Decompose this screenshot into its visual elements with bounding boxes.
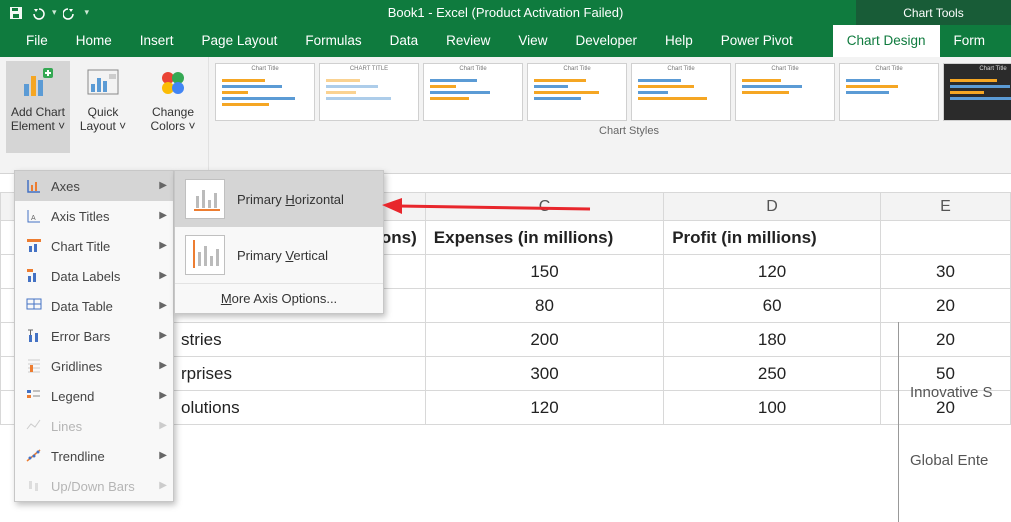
save-icon[interactable] [8,5,24,21]
quick-layout-icon [85,65,121,101]
tab-home[interactable]: Home [62,25,126,57]
add-chart-element-icon [20,65,56,101]
menu-trendline[interactable]: Trendline▶ [15,441,173,471]
submenu-more-axis-options[interactable]: More Axis Options... [175,283,383,313]
tab-format[interactable]: Form [940,25,1000,57]
menu-axis-titles[interactable]: AAxis Titles▶ [15,201,173,231]
menu-data-table[interactable]: Data Table▶ [15,291,173,321]
undo-icon[interactable] [30,6,46,20]
embedded-chart-edge[interactable] [898,322,904,522]
axes-submenu: Primary Horizontal Primary Vertical More… [174,170,384,314]
menu-chart-title[interactable]: Chart Title▶ [15,231,173,261]
tab-insert[interactable]: Insert [126,25,188,57]
add-chart-element-menu: Axes▶ AAxis Titles▶ Chart Title▶ Data La… [14,170,174,502]
change-colors-button[interactable]: Change Colors ˅ [144,61,202,153]
tab-help[interactable]: Help [651,25,707,57]
tab-power-pivot[interactable]: Power Pivot [707,25,807,57]
chart-style-7[interactable]: Chart Title [839,63,939,121]
embedded-chart-label-2: Global Ente [910,452,988,469]
col-header-d[interactable]: D [664,193,881,221]
chart-styles-gallery: Chart Title CHART TITLE Chart Title Char… [213,61,1011,123]
tab-view[interactable]: View [504,25,561,57]
axes-icon [23,176,45,196]
chart-style-8[interactable]: Chart Title [943,63,1011,121]
menu-legend[interactable]: Legend▶ [15,381,173,411]
col-header-c[interactable]: C [425,193,663,221]
menu-lines: Lines▶ [15,411,173,441]
chart-style-4[interactable]: Chart Title [527,63,627,121]
chart-style-2[interactable]: CHART TITLE [319,63,419,121]
qat-customize-dropdown-icon[interactable]: ▾ [85,7,90,18]
tab-chart-design[interactable]: Chart Design [833,25,940,57]
primary-horizontal-icon [185,179,225,219]
quick-access-toolbar: ▾ ▾ [0,5,170,21]
redo-icon[interactable] [63,6,79,20]
lines-icon [23,416,45,436]
col-header-e[interactable]: E [880,193,1010,221]
menu-data-labels[interactable]: Data Labels▶ [15,261,173,291]
chart-style-1[interactable]: Chart Title [215,63,315,121]
primary-vertical-icon [185,235,225,275]
submenu-primary-vertical-label: Primary Vertical [237,248,328,263]
gridlines-icon [23,356,45,376]
tab-developer[interactable]: Developer [561,25,651,57]
undo-dropdown-icon[interactable]: ▾ [52,7,57,18]
cell-c1[interactable]: Expenses (in millions) [425,221,663,255]
error-bars-icon [23,326,45,346]
embedded-chart-label-1: Innovative S [910,384,993,401]
chart-style-5[interactable]: Chart Title [631,63,731,121]
submenu-arrow-icon: ▶ [159,180,167,191]
tab-data[interactable]: Data [376,25,433,57]
menu-axes[interactable]: Axes▶ [15,171,173,201]
submenu-primary-horizontal-label: Primary Horizontal [237,192,344,207]
menu-updown-bars: Up/Down Bars▶ [15,471,173,501]
change-colors-icon [155,65,191,101]
chart-tools-contextual-label: Chart Tools [856,0,1011,25]
legend-icon [23,386,45,406]
cell-d1[interactable]: Profit (in millions) [664,221,881,255]
data-table-icon [23,296,45,316]
tab-file[interactable]: File [12,25,62,57]
quick-layout-button[interactable]: Quick Layout ˅ [74,61,132,153]
chart-styles-group-label: Chart Styles [599,123,659,141]
axis-titles-icon: A [23,206,45,226]
ribbon-body: Add Chart Element ˅ Quick Layout ˅ Chang… [0,57,1011,174]
add-chart-element-button[interactable]: Add Chart Element ˅ [6,61,70,153]
tab-review[interactable]: Review [432,25,504,57]
chart-title-icon [23,236,45,256]
cell-e1[interactable] [880,221,1010,255]
tab-page-layout[interactable]: Page Layout [188,25,292,57]
menu-error-bars[interactable]: Error Bars▶ [15,321,173,351]
svg-text:A: A [31,215,36,222]
tab-formulas[interactable]: Formulas [291,25,375,57]
submenu-primary-horizontal[interactable]: Primary Horizontal [175,171,383,227]
menu-gridlines[interactable]: Gridlines▶ [15,351,173,381]
trendline-icon [23,446,45,466]
title-bar: ▾ ▾ Book1 - Excel (Product Activation Fa… [0,0,1011,25]
chart-style-3[interactable]: Chart Title [423,63,523,121]
chart-style-6[interactable]: Chart Title [735,63,835,121]
updown-bars-icon [23,476,45,496]
submenu-primary-vertical[interactable]: Primary Vertical [175,227,383,283]
data-labels-icon [23,266,45,286]
ribbon-tabs: File Home Insert Page Layout Formulas Da… [0,25,1011,57]
